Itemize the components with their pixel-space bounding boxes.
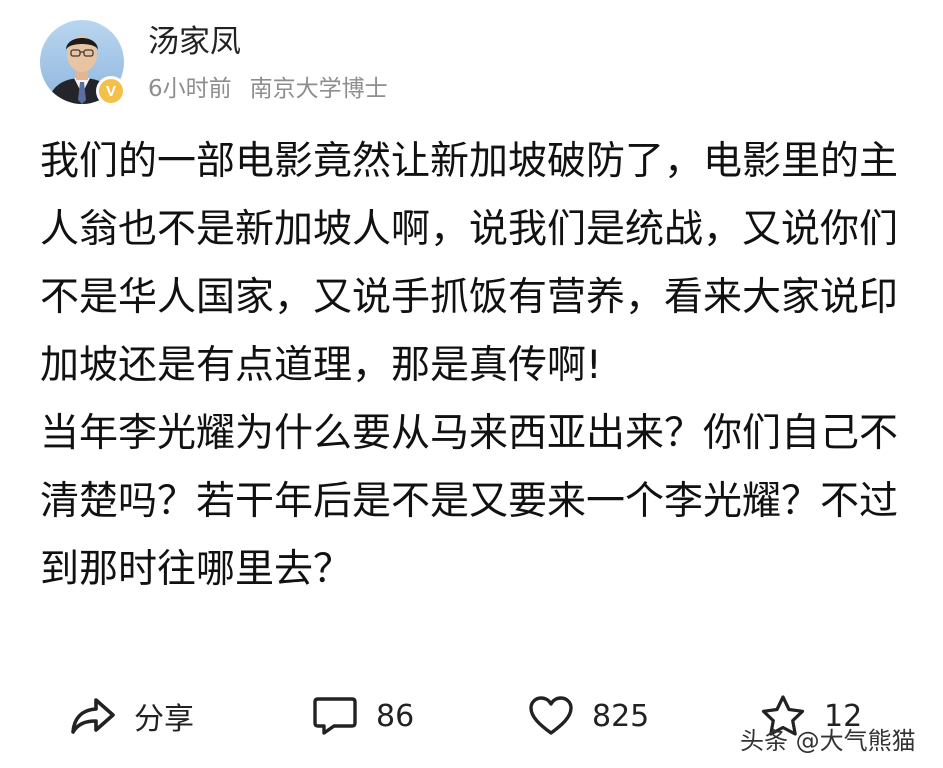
share-label: 分享 xyxy=(134,702,194,737)
share-icon xyxy=(71,698,115,734)
author-title: 南京大学博士 xyxy=(249,76,388,102)
post-meta: 6小时前 南京大学博士 xyxy=(148,74,388,104)
comment-count: 86 xyxy=(376,698,415,734)
comment-icon xyxy=(313,697,357,735)
share-button[interactable]: 分享 xyxy=(70,688,194,744)
comment-button[interactable]: 86 xyxy=(312,688,414,744)
post-body: 我们的一部电影竟然让新加坡破防了，电影里的主人翁也不是新加坡人啊，说我们是统战，… xyxy=(40,128,902,604)
post-header: V 汤家凤 6小时前 南京大学博士 xyxy=(40,20,900,106)
like-count: 825 xyxy=(592,698,650,734)
verified-badge-icon: V xyxy=(96,76,126,106)
watermark: 头条 @大气熊猫 xyxy=(740,727,916,755)
like-button[interactable]: 825 xyxy=(528,688,649,744)
post-paragraph: 我们的一部电影竟然让新加坡破防了，电影里的主人翁也不是新加坡人啊，说我们是统战，… xyxy=(40,139,899,388)
post-time: 6小时前 xyxy=(148,76,232,102)
avatar[interactable]: V xyxy=(40,20,126,106)
heart-icon xyxy=(529,696,573,735)
author-name[interactable]: 汤家凤 xyxy=(148,22,241,62)
verified-badge-label: V xyxy=(105,82,116,100)
post-paragraph: 当年李光耀为什么要从马来西亚出来？你们自己不清楚吗？若干年后是不是又要来一个李光… xyxy=(40,411,899,592)
